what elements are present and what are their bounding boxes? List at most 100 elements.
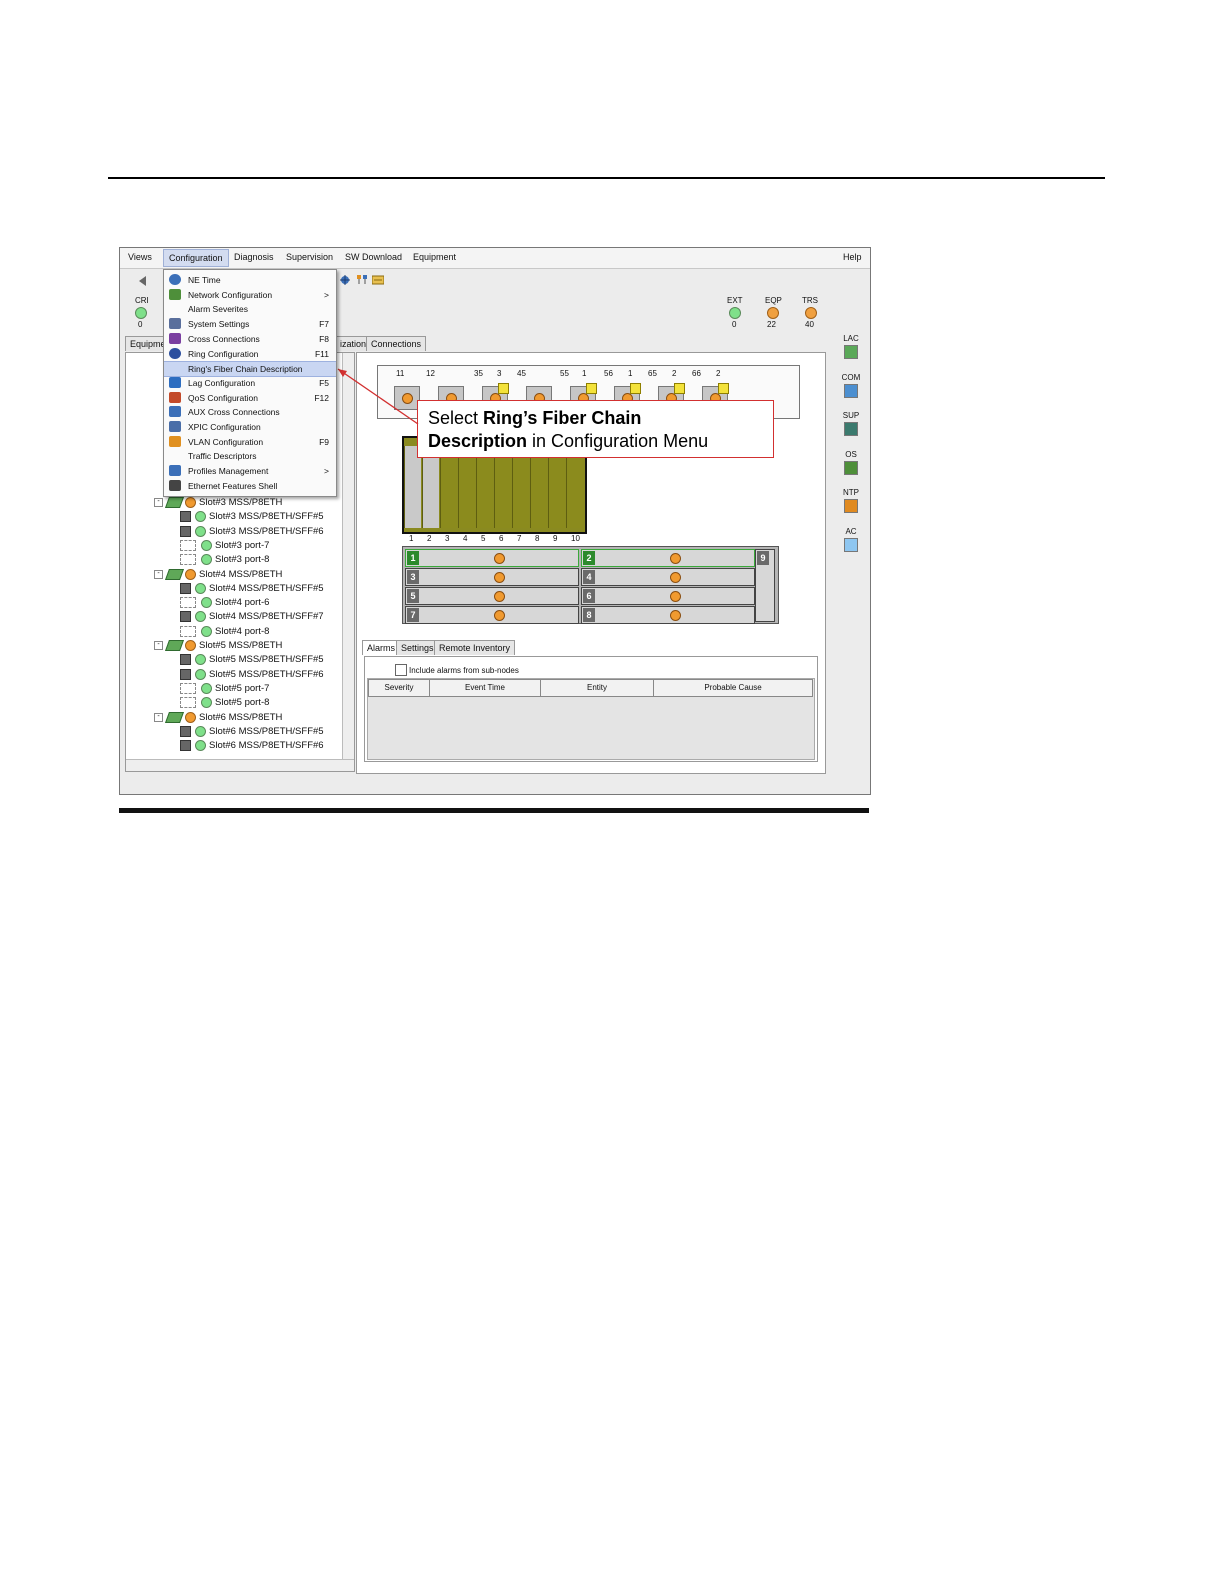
menu-item-network-configuration[interactable]: Network Configuration > [164, 288, 336, 302]
rack-slot[interactable] [494, 446, 511, 528]
menu-item-xpic-configuration[interactable]: XPIC Configuration [164, 420, 336, 434]
tree-node[interactable]: Slot#3 MSS/P8ETH/SFF#6 [180, 525, 324, 540]
rack-slot-number: 3 [445, 534, 450, 543]
chassis-card[interactable]: 3 [405, 568, 579, 586]
menu-item-lag-configuration[interactable]: Lag Configuration F5 [164, 376, 336, 390]
tree-node[interactable]: Slot#6 MSS/P8ETH/SFF#6 [180, 740, 324, 754]
tree-node[interactable]: Slot#5 port-7 [180, 682, 269, 697]
menu-sw-download[interactable]: SW Download [345, 252, 402, 262]
ok-status-icon [195, 511, 206, 523]
shelf-unit-number: 2 [716, 369, 721, 378]
menu-item-traffic-descriptors[interactable]: Traffic Descriptors [164, 449, 336, 463]
ok-status-icon [201, 597, 212, 609]
chassis-card[interactable]: 4 [581, 568, 755, 586]
rack-slot[interactable] [512, 446, 529, 528]
tree-node[interactable]: Slot#3 port-8 [180, 554, 269, 568]
side-status-label: NTP [843, 488, 859, 497]
menu-item-qos-configuration[interactable]: QoS Configuration F12 [164, 391, 336, 405]
tree-node[interactable]: Slot#4 port-8 [180, 625, 269, 640]
tree-node[interactable]: Slot#5 port-8 [180, 697, 269, 711]
menu-item-vlan-configuration[interactable]: VLAN Configuration F9 [164, 435, 336, 449]
tab-connections[interactable]: Connections [366, 336, 427, 351]
rack-slot[interactable] [422, 446, 439, 528]
collapse-toggle-icon[interactable]: - [154, 712, 163, 722]
menu-supervision[interactable]: Supervision [286, 252, 333, 262]
rack-slot[interactable] [404, 446, 421, 528]
tree-node[interactable]: - Slot#5 MSS/P8ETH [154, 640, 282, 654]
tree-node[interactable]: - Slot#3 MSS/P8ETH [154, 497, 282, 511]
include-subnodes-checkbox[interactable] [395, 664, 407, 676]
menu-item-ne-time[interactable]: NE Time [164, 273, 336, 287]
menu-item-shortcut: F7 [319, 319, 329, 330]
tree-node[interactable]: Slot#3 MSS/P8ETH/SFF#5 [180, 511, 324, 525]
menu-item-ring-s-fiber-chain-description[interactable]: Ring's Fiber Chain Description [164, 361, 336, 378]
menu-item-aux-cross-connections[interactable]: AUX Cross Connections [164, 405, 336, 419]
tab-settings[interactable]: Settings [396, 640, 439, 655]
menu-item-ethernet-features-shell[interactable]: Ethernet Features Shell [164, 479, 336, 493]
collapse-toggle-icon[interactable]: - [154, 569, 163, 579]
tree-node[interactable]: Slot#4 port-6 [180, 597, 269, 611]
back-arrow-icon[interactable] [136, 275, 148, 287]
tree-node[interactable]: - Slot#4 MSS/P8ETH [154, 568, 282, 583]
menu-item-shortcut: > [324, 466, 329, 477]
menu-views[interactable]: Views [128, 252, 152, 262]
rack-slot[interactable] [476, 446, 493, 528]
os-status-icon[interactable] [844, 460, 858, 475]
col-event-time[interactable]: Event Time [429, 679, 541, 697]
tab-remote-inventory[interactable]: Remote Inventory [434, 640, 516, 655]
rack-slot[interactable] [548, 446, 565, 528]
collapse-toggle-icon[interactable]: - [154, 641, 163, 650]
tree-node[interactable]: Slot#3 port-7 [180, 539, 269, 554]
lac-status-icon[interactable] [844, 345, 858, 359]
chassis-card[interactable]: 5 [405, 587, 579, 605]
vlan-tool-icon[interactable] [356, 274, 368, 286]
com-status-icon[interactable] [844, 383, 858, 398]
tree-node[interactable]: Slot#4 MSS/P8ETH/SFF#5 [180, 582, 324, 597]
chassis-card[interactable]: 8 [581, 606, 755, 624]
include-subnodes-label: Include alarms from sub-nodes [409, 666, 519, 675]
menu-item-profiles-management[interactable]: Profiles Management > [164, 464, 336, 478]
fan-card[interactable]: 9 [755, 549, 775, 622]
menu-help[interactable]: Help [843, 252, 862, 262]
rack-slot-number: 4 [463, 534, 468, 543]
ntp-status-icon[interactable] [844, 499, 858, 513]
tree-node[interactable]: Slot#4 MSS/P8ETH/SFF#7 [180, 611, 324, 625]
menu-item-alarm-severites[interactable]: Alarm Severites [164, 302, 336, 316]
eqp-count: 22 [767, 320, 776, 329]
menu-item-ring-configuration[interactable]: Ring Configuration F11 [164, 347, 336, 361]
menu-item-cross-connections[interactable]: Cross Connections F8 [164, 332, 336, 346]
menu-item-system-settings[interactable]: System Settings F7 [164, 317, 336, 331]
rack-slot[interactable] [440, 446, 457, 528]
rack-slot[interactable] [530, 446, 547, 528]
sup-status-icon[interactable] [844, 422, 858, 436]
card-slot-number: 2 [583, 551, 595, 565]
unused-port-icon [180, 539, 196, 551]
network-tool-icon[interactable] [339, 274, 351, 286]
menu-configuration[interactable]: Configuration [163, 249, 229, 267]
collapse-toggle-icon[interactable]: - [154, 498, 163, 507]
chassis-card[interactable]: 2 [581, 549, 755, 567]
col-entity[interactable]: Entity [540, 679, 654, 697]
port-icon [180, 511, 191, 523]
major-alarm-icon [185, 711, 196, 723]
rack-slot[interactable] [566, 446, 583, 528]
chassis-card[interactable]: 7 [405, 606, 579, 624]
menu-diagnosis[interactable]: Diagnosis [234, 252, 274, 262]
col-probable-cause[interactable]: Probable Cause [653, 679, 813, 697]
rack-slot[interactable] [458, 446, 475, 528]
ac-status-icon[interactable] [844, 537, 858, 552]
chassis-card[interactable]: 6 [581, 587, 755, 605]
menu-equipment[interactable]: Equipment [413, 252, 456, 262]
tree-node-label: Slot#6 MSS/P8ETH [199, 711, 283, 723]
tree-node[interactable]: - Slot#6 MSS/P8ETH [154, 711, 283, 726]
tree-horizontal-scrollbar[interactable] [126, 759, 354, 771]
tab-alarms[interactable]: Alarms [362, 640, 401, 655]
tree-node[interactable]: Slot#6 MSS/P8ETH/SFF#5 [180, 725, 324, 740]
cri-label: CRI [135, 296, 149, 305]
tree-node[interactable]: Slot#5 MSS/P8ETH/SFF#6 [180, 668, 324, 683]
col-severity[interactable]: Severity [368, 679, 430, 697]
shelf-tool-icon[interactable] [372, 274, 384, 286]
tree-node[interactable]: Slot#5 MSS/P8ETH/SFF#5 [180, 654, 324, 668]
card-icon [164, 711, 185, 723]
chassis-card[interactable]: 1 [405, 549, 579, 567]
